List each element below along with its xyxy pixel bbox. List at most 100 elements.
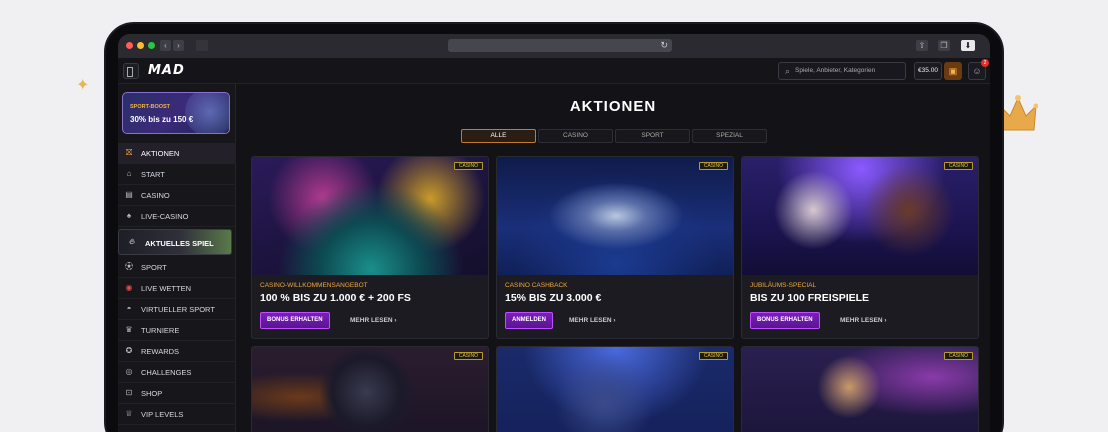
sidebar-item-start[interactable]: ⌂ START [118,164,236,185]
sidebar-item-label: SHOP [141,389,163,398]
anmelden-button[interactable]: ANMELDEN [505,312,553,329]
wallet-icon[interactable]: ▣ [944,62,962,80]
gamepad-icon: ◓ [126,304,132,313]
sidebar-item-sport[interactable]: ⚽︎ SPORT [118,257,236,278]
site-header: MAD ⌕ Spiele, Anbieter, Kategorien €35.0… [118,58,990,84]
category-badge: CASINO [943,162,973,170]
sidebar-item-aktionen[interactable]: ⛝ AKTIONEN [118,143,236,164]
main-content: AKTIONEN ALLE CASINO SPORT SPEZIAL CASIN… [236,84,990,432]
promo-card[interactable]: CASINO [741,346,979,432]
mehr-lesen-link[interactable]: MEHR LESEN › [569,317,616,324]
sidebar-item-label: AKTUELLES SPIEL [145,239,214,248]
mehr-lesen-link[interactable]: MEHR LESEN › [840,317,887,324]
balance-display[interactable]: €35.00 [914,62,942,80]
search-placeholder: Spiele, Anbieter, Kategorien [795,67,876,74]
medal-icon: ✪ [125,346,133,355]
sidebar-item-label: VIP LEVELS [141,410,184,419]
sidebar-item-rewards[interactable]: ✪ REWARDS [118,341,236,362]
forward-button[interactable]: › [173,40,184,51]
sidebar-item-label: LIVE-CASINO [141,212,189,221]
tab-casino[interactable]: CASINO [538,129,613,143]
sidebar-item-aktuelles-spiel[interactable]: 🔥︎ AKTUELLES SPIEL [118,229,232,255]
promo-title: BIS ZU 100 FREISPIELE [750,292,870,304]
trophy-icon: ♛ [125,325,133,334]
crown-decoration-icon [998,95,1038,131]
page-title: AKTIONEN [569,98,657,115]
close-window-button[interactable] [126,42,133,49]
sidebar-nav: ⛝ AKTIONEN ⌂ START ▤ CASINO ♠ LIVE-CASIN… [118,143,236,425]
promo-card[interactable]: CASINO [251,346,489,432]
promo-image [742,157,978,275]
boost-kicker: SPORT-BOOST [130,104,171,110]
banner-decoration [185,93,229,133]
crown-icon: ♕ [125,409,133,418]
tab-spezial[interactable]: SPEZIAL [692,129,767,143]
sidebar-toggle-icon[interactable] [196,40,208,51]
gift-icon: ⛝ [125,148,133,157]
notification-badge: 2 [981,59,989,67]
download-icon[interactable]: ⬇ [961,40,975,51]
back-button[interactable]: ‹ [160,40,171,51]
address-bar[interactable]: ↻ [448,39,672,52]
promo-image [497,157,733,275]
category-badge: CASINO [698,352,728,360]
sidebar-item-label: CHALLENGES [141,368,192,377]
target-icon: ◎ [125,367,133,376]
sparkle-icon: ✦ [76,77,90,94]
category-badge: CASINO [698,162,728,170]
sidebar-item-label: CASINO [141,191,170,200]
promo-title: 100 % BIS ZU 1.000 € + 200 FS [260,292,411,304]
promo-card[interactable]: CASINO CASINO CASHBACK 15% BIS ZU 3.000 … [496,156,734,339]
flame-icon: 🔥︎ [129,237,135,246]
mehr-lesen-link[interactable]: MEHR LESEN › [350,317,397,324]
sidebar-item-label: SPORT [141,263,167,272]
sidebar-item-live-casino[interactable]: ♠ LIVE-CASINO [118,206,236,227]
tab-sport[interactable]: SPORT [615,129,690,143]
search-input[interactable]: ⌕ Spiele, Anbieter, Kategorien [778,62,906,80]
reload-icon[interactable]: ↻ [660,39,668,52]
bonus-erhalten-button[interactable]: BONUS ERHALTEN [260,312,330,329]
minimize-window-button[interactable] [137,42,144,49]
promo-card[interactable]: CASINO [496,346,734,432]
browser-toolbar: ‹ › ↻ ⇧ ❐ ⬇ [118,34,990,58]
promo-category: CASINO CASHBACK [505,282,568,289]
sidebar-item-live-wetten[interactable]: ◉ LIVE WETTEN [118,278,236,299]
menu-toggle-button[interactable] [123,63,139,79]
sidebar-item-casino[interactable]: ▤ CASINO [118,185,236,206]
ball-icon: ⚽︎ [125,262,133,271]
sidebar-item-turniere[interactable]: ♛ TURNIERE [118,320,236,341]
bonus-erhalten-button[interactable]: BONUS ERHALTEN [750,312,820,329]
search-icon: ⌕ [785,66,791,76]
promo-category: CASINO-WILLKOMMENSANGEBOT [260,282,368,289]
sidebar-item-label: START [141,170,165,179]
category-badge: CASINO [943,352,973,360]
tabs-icon[interactable]: ❐ [938,40,950,51]
category-badge: CASINO [453,352,483,360]
site-logo[interactable]: MAD [148,63,185,78]
sport-boost-banner[interactable]: SPORT-BOOST 30% bis zu 150 € [122,92,230,134]
sidebar-item-label: AKTIONEN [141,149,180,158]
sidebar-item-label: TURNIERE [141,326,180,335]
sidebar-item-virtueller-sport[interactable]: ◓ VIRTUELLER SPORT [118,299,236,320]
boost-title: 30% bis zu 150 € [130,115,194,124]
category-badge: CASINO [453,162,483,170]
promo-card[interactable]: CASINO CASINO-WILLKOMMENSANGEBOT 100 % B… [251,156,489,339]
browser-window: ‹ › ↻ ⇧ ❐ ⬇ MAD ⌕ Spiele, Anbieter, Kate… [118,34,990,432]
live-icon: ◉ [125,283,133,292]
promo-category: JUBILÄUMS-SPECIAL [750,282,817,289]
share-icon[interactable]: ⇧ [916,40,928,51]
sidebar-item-vip-levels[interactable]: ♕ VIP LEVELS [118,404,236,425]
sidebar-item-shop[interactable]: ⊡ SHOP [118,383,236,404]
sidebar-item-challenges[interactable]: ◎ CHALLENGES [118,362,236,383]
bag-icon: ⊡ [125,388,133,397]
promo-title: 15% BIS ZU 3.000 € [505,292,602,304]
home-icon: ⌂ [126,169,132,178]
sidebar: SPORT-BOOST 30% bis zu 150 € ⛝ AKTIONEN … [118,84,236,432]
cards-icon: ♠ [126,211,132,220]
tab-alle[interactable]: ALLE [461,129,536,143]
promo-card[interactable]: CASINO JUBILÄUMS-SPECIAL BIS ZU 100 FREI… [741,156,979,339]
maximize-window-button[interactable] [148,42,155,49]
sidebar-item-label: LIVE WETTEN [141,284,192,293]
sidebar-item-label: VIRTUELLER SPORT [141,305,215,314]
casino-icon: ▤ [125,190,133,199]
